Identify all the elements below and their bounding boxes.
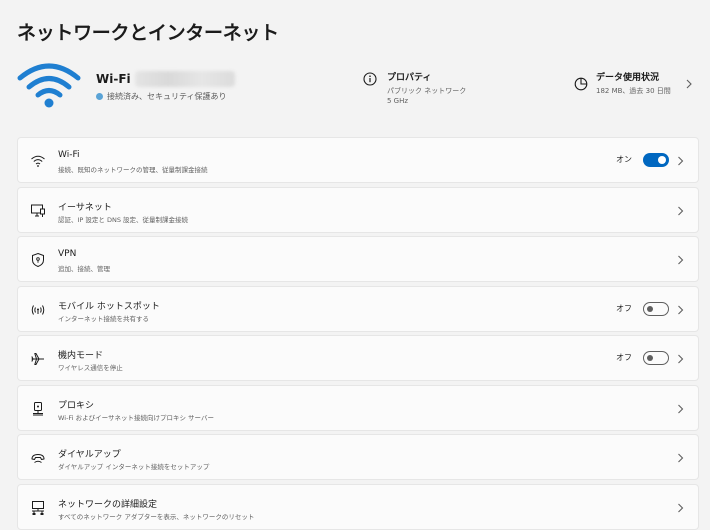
toggle-state-label: オン	[616, 155, 632, 164]
ssid-redacted	[134, 71, 235, 87]
card-dialup[interactable]: ダイヤルアップ ダイヤルアップ インターネット接続をセットアップ	[17, 434, 699, 480]
network-profile: パブリック ネットワーク	[387, 87, 467, 95]
card-title: VPN	[58, 249, 77, 259]
chevron-right-icon	[678, 255, 684, 265]
pie-chart-icon	[574, 77, 588, 91]
card-mobile-hotspot[interactable]: モバイル ホットスポット インターネット接続を共有する オフ	[17, 286, 699, 332]
chevron-right-icon	[678, 156, 684, 166]
ethernet-icon	[31, 204, 45, 217]
connection-name: Wi-Fi	[96, 72, 131, 86]
advanced-network-icon	[32, 501, 44, 515]
airplane-icon	[31, 353, 44, 365]
chevron-right-icon	[678, 206, 684, 216]
info-icon	[363, 72, 377, 86]
chevron-right-icon	[678, 503, 684, 513]
network-band: 5 GHz	[387, 97, 409, 105]
data-usage-title: データ使用状況	[596, 73, 660, 83]
connected-dot-icon	[96, 93, 103, 100]
page-title: ネットワークとインターネット	[17, 22, 279, 44]
airplane-mode-toggle[interactable]	[643, 351, 669, 365]
vpn-shield-icon	[32, 252, 44, 268]
card-title: ネットワークの詳細設定	[58, 500, 158, 510]
mobile-hotspot-icon	[31, 305, 45, 315]
card-title: イーサネット	[58, 203, 112, 213]
chevron-right-icon	[678, 305, 684, 315]
card-title: 機内モード	[58, 351, 104, 361]
card-title: Wi-Fi	[58, 150, 80, 160]
card-subtitle: Wi-Fi およびイーサネット接続向けプロキシ サーバー	[58, 414, 214, 422]
chevron-right-icon	[678, 453, 684, 463]
data-usage-detail: 182 MB、過去 30 日間	[596, 87, 671, 95]
toggle-state-label: オフ	[616, 353, 632, 362]
connection-status-text: 接続済み、セキュリティ保護あり	[107, 92, 227, 101]
card-proxy[interactable]: プロキシ Wi-Fi およびイーサネット接続向けプロキシ サーバー	[17, 385, 699, 431]
connection-status: 接続済み、セキュリティ保護あり	[96, 91, 227, 102]
proxy-icon	[33, 402, 43, 416]
wifi-toggle[interactable]	[643, 153, 669, 167]
card-subtitle: すべてのネットワーク アダプターを表示、ネットワークのリセット	[58, 513, 255, 521]
chevron-right-icon	[686, 79, 692, 89]
properties-title: プロパティ	[387, 73, 432, 83]
data-usage-link[interactable]: データ使用状況 182 MB、過去 30 日間	[574, 70, 671, 96]
chevron-right-icon	[678, 404, 684, 414]
card-subtitle: ダイヤルアップ インターネット接続をセットアップ	[58, 463, 210, 471]
card-title: モバイル ホットスポット	[58, 302, 160, 312]
wifi-icon	[31, 155, 45, 167]
card-vpn[interactable]: VPN 追加、接続、管理	[17, 236, 699, 282]
dialup-icon	[31, 454, 45, 463]
card-advanced-network[interactable]: ネットワークの詳細設定 すべてのネットワーク アダプターを表示、ネットワークのリ…	[17, 484, 699, 530]
card-subtitle: インターネット接続を共有する	[58, 315, 149, 323]
properties-link[interactable]: プロパティ パブリック ネットワーク 5 GHz	[363, 70, 466, 106]
wifi-large-icon	[17, 63, 81, 108]
card-airplane-mode[interactable]: 機内モード ワイヤレス通信を停止 オフ	[17, 335, 699, 381]
chevron-right-icon	[678, 354, 684, 364]
card-subtitle: 接続、既知のネットワークの管理、従量制課金接続	[58, 166, 208, 174]
card-wifi[interactable]: Wi-Fi 接続、既知のネットワークの管理、従量制課金接続 オン	[17, 137, 699, 183]
connection-name-row: Wi-Fi	[96, 70, 235, 88]
toggle-state-label: オフ	[616, 304, 632, 313]
card-subtitle: 追加、接続、管理	[58, 265, 110, 273]
card-subtitle: 認証、IP 設定と DNS 設定、従量制課金接続	[58, 216, 189, 224]
card-subtitle: ワイヤレス通信を停止	[58, 364, 123, 372]
card-title: プロキシ	[58, 401, 95, 411]
card-ethernet[interactable]: イーサネット 認証、IP 設定と DNS 設定、従量制課金接続	[17, 187, 699, 233]
card-title: ダイヤルアップ	[58, 450, 121, 460]
mobile-hotspot-toggle[interactable]	[643, 302, 669, 316]
